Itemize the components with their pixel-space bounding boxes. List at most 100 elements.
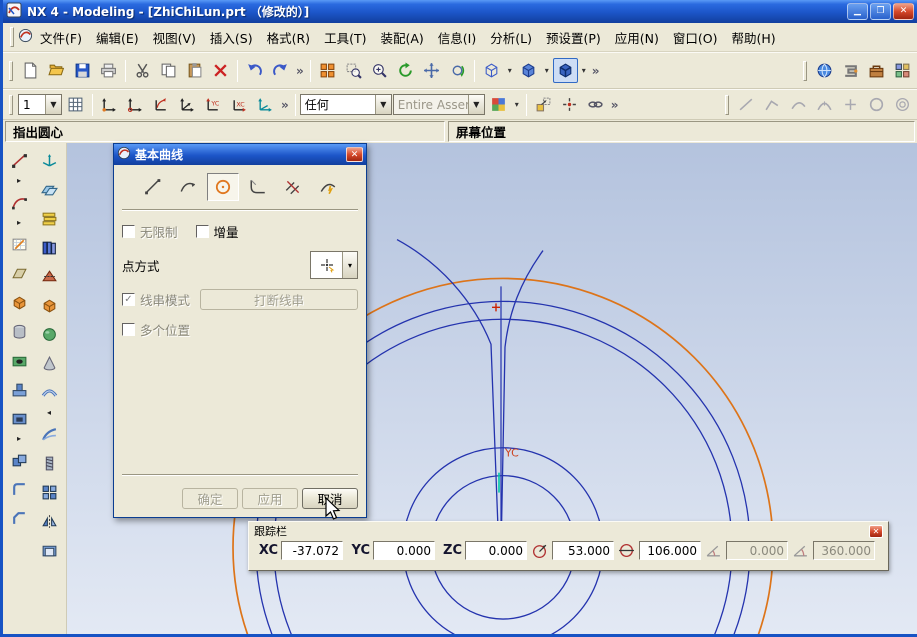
wcs-origin-icon[interactable] bbox=[123, 92, 148, 117]
redo-icon[interactable] bbox=[268, 58, 293, 83]
menu-tools[interactable]: 工具(T) bbox=[317, 24, 373, 51]
shaded-display-icon[interactable] bbox=[516, 58, 541, 83]
line-icon[interactable] bbox=[6, 147, 32, 173]
wcs-overflow-chevron[interactable]: » bbox=[279, 98, 291, 112]
paste-icon[interactable] bbox=[182, 58, 207, 83]
tooth-flank-right[interactable] bbox=[501, 251, 543, 555]
point-method-combo[interactable]: ▾ bbox=[310, 251, 358, 279]
catalog-icon[interactable] bbox=[36, 234, 62, 260]
extrude-icon[interactable] bbox=[6, 289, 32, 315]
menu-analysis[interactable]: 分析(L) bbox=[483, 24, 539, 51]
swept-icon[interactable] bbox=[36, 421, 62, 447]
selection-overflow-chevron[interactable]: » bbox=[609, 98, 621, 112]
undo-icon[interactable] bbox=[242, 58, 267, 83]
unite-icon[interactable] bbox=[6, 447, 32, 473]
snap-point-icon[interactable] bbox=[557, 92, 582, 117]
thread-icon[interactable] bbox=[36, 450, 62, 476]
toolbar-overflow-chevron[interactable]: » bbox=[294, 64, 306, 78]
tube-icon[interactable] bbox=[36, 379, 62, 405]
pocket-icon[interactable] bbox=[6, 405, 32, 431]
line-tool-icon[interactable] bbox=[137, 173, 169, 201]
zc-input[interactable] bbox=[465, 541, 527, 560]
menubar-grip[interactable] bbox=[10, 27, 14, 47]
wcs-set-xc-icon[interactable]: XC bbox=[227, 92, 252, 117]
trim-tool-icon[interactable] bbox=[277, 173, 309, 201]
datum-plane-icon[interactable] bbox=[6, 260, 32, 286]
circle-tool-icon[interactable] bbox=[207, 173, 239, 201]
chain-select-icon[interactable] bbox=[583, 92, 608, 117]
tooth-flank-left[interactable] bbox=[397, 240, 499, 555]
sketch-icon[interactable] bbox=[6, 231, 32, 257]
fit-view-icon[interactable] bbox=[315, 58, 340, 83]
color-filter-caret[interactable]: ▾ bbox=[512, 100, 522, 109]
move-object-icon[interactable] bbox=[531, 92, 556, 117]
toolbox-icon[interactable] bbox=[864, 58, 889, 83]
menu-assemblies[interactable]: 装配(A) bbox=[373, 24, 430, 51]
flyout-arrow-icon[interactable]: ▸ bbox=[17, 176, 21, 186]
menu-information[interactable]: 信息(I) bbox=[431, 24, 483, 51]
arc-icon[interactable] bbox=[6, 189, 32, 215]
wireframe-dropdown-caret[interactable]: ▾ bbox=[505, 66, 515, 75]
block-icon[interactable] bbox=[36, 292, 62, 318]
zoom-window-icon[interactable] bbox=[341, 58, 366, 83]
cut-icon[interactable] bbox=[130, 58, 155, 83]
color-filter-icon[interactable] bbox=[486, 92, 511, 117]
fillet-tool-icon[interactable] bbox=[242, 173, 274, 201]
xc-input[interactable] bbox=[281, 541, 343, 560]
tracking-bar-close-button[interactable]: ✕ bbox=[869, 525, 883, 538]
mirror-body-icon[interactable] bbox=[36, 508, 62, 534]
work-layer-dropdown-caret[interactable]: ▼ bbox=[45, 95, 61, 114]
shell-icon[interactable] bbox=[36, 537, 62, 563]
new-file-icon[interactable] bbox=[18, 58, 43, 83]
layer-settings-icon[interactable] bbox=[63, 92, 88, 117]
clamp-icon[interactable] bbox=[838, 58, 863, 83]
utility-grip[interactable] bbox=[9, 95, 13, 115]
menu-insert[interactable]: 插入(S) bbox=[203, 24, 260, 51]
diameter-input[interactable] bbox=[639, 541, 701, 560]
edit-curve-tool-icon[interactable] bbox=[312, 173, 344, 201]
wcs-dynamic-icon[interactable] bbox=[97, 92, 122, 117]
view-toolbar-overflow-chevron[interactable]: » bbox=[590, 64, 602, 78]
trim-body-icon[interactable] bbox=[36, 263, 62, 289]
sphere-icon[interactable] bbox=[36, 321, 62, 347]
menu-window[interactable]: 窗口(O) bbox=[666, 24, 725, 51]
selection-filter-combo[interactable]: 任何 ▼ bbox=[300, 94, 392, 115]
rotate-view-icon[interactable] bbox=[445, 58, 470, 83]
wcs-orient-icon[interactable] bbox=[175, 92, 200, 117]
yc-input[interactable] bbox=[373, 541, 435, 560]
hole-icon[interactable] bbox=[6, 347, 32, 373]
wcs-set-yc-icon[interactable]: YC bbox=[201, 92, 226, 117]
plane-stack-icon[interactable] bbox=[36, 176, 62, 202]
display-mode-dropdown-caret[interactable]: ▾ bbox=[579, 66, 589, 75]
menu-preferences[interactable]: 预设置(P) bbox=[539, 24, 608, 51]
wcs-display-icon[interactable] bbox=[253, 92, 278, 117]
save-icon[interactable] bbox=[70, 58, 95, 83]
dialog-close-button[interactable]: ✕ bbox=[346, 147, 363, 162]
pan-view-icon[interactable] bbox=[419, 58, 444, 83]
cone-icon[interactable] bbox=[36, 350, 62, 376]
increment-checkbox[interactable]: 增量 bbox=[196, 222, 239, 241]
menu-help[interactable]: 帮助(H) bbox=[724, 24, 782, 51]
curve-toolbar-grip[interactable] bbox=[725, 95, 729, 115]
wcs-rotate-icon[interactable] bbox=[149, 92, 174, 117]
modules-icon[interactable] bbox=[890, 58, 915, 83]
shaded-dropdown-caret[interactable]: ▾ bbox=[542, 66, 552, 75]
radius-input[interactable] bbox=[552, 541, 614, 560]
print-icon[interactable] bbox=[96, 58, 121, 83]
menu-edit[interactable]: 编辑(E) bbox=[89, 24, 146, 51]
environment-icon[interactable] bbox=[812, 58, 837, 83]
arc-tool-icon[interactable] bbox=[172, 173, 204, 201]
revolve-icon[interactable] bbox=[6, 318, 32, 344]
wireframe-display-icon[interactable] bbox=[479, 58, 504, 83]
datum-csys-icon[interactable] bbox=[36, 147, 62, 173]
delete-icon[interactable] bbox=[208, 58, 233, 83]
restore-button[interactable]: ❐ bbox=[870, 3, 891, 20]
zoom-in-out-icon[interactable] bbox=[367, 58, 392, 83]
menu-format[interactable]: 格式(R) bbox=[260, 24, 317, 51]
refresh-view-icon[interactable] bbox=[393, 58, 418, 83]
boss-icon[interactable] bbox=[6, 376, 32, 402]
tracking-bar-header[interactable]: 跟踪栏 ✕ bbox=[254, 524, 883, 538]
chamfer-icon[interactable] bbox=[6, 505, 32, 531]
utility-toolbar-grip[interactable] bbox=[803, 61, 807, 81]
instance-array-icon[interactable] bbox=[36, 479, 62, 505]
